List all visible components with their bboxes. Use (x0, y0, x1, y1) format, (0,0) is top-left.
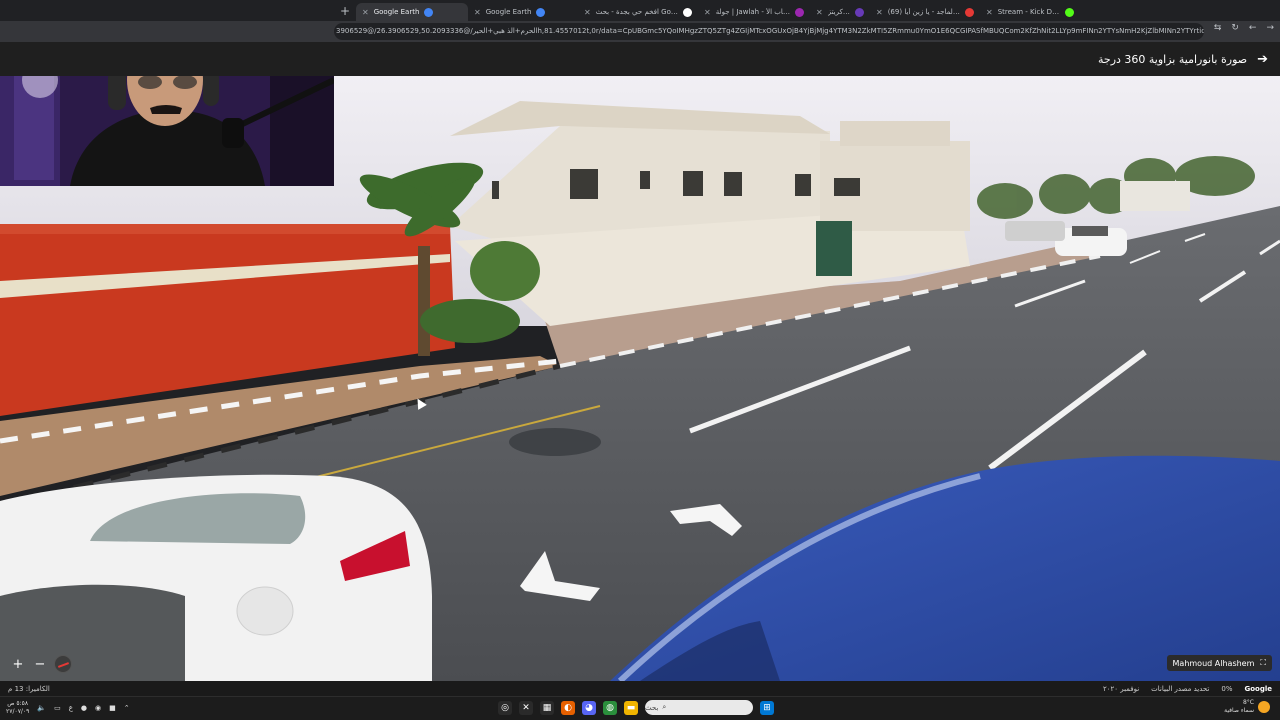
chevron-up-icon[interactable]: ⌃ (124, 704, 130, 712)
reload-icon[interactable]: ↻ (1231, 23, 1239, 33)
obs-icon[interactable]: ◎ (498, 700, 512, 715)
tab-label: افخم حي بجدة - بحث Google (595, 8, 678, 16)
close-tab-icon[interactable]: ✕ (816, 8, 823, 17)
tab-favicon-icon (424, 7, 434, 17)
forward-icon[interactable]: → (1266, 23, 1274, 33)
arrow-right-icon[interactable]: ➔ (1257, 52, 1268, 67)
streetview-title: صورة بانورامية بزاوية 360 درجة (1098, 52, 1248, 66)
tab-label: Google Earth (373, 8, 420, 16)
search-placeholder: بحث (645, 703, 659, 712)
mic-icon[interactable]: ● (81, 704, 87, 712)
screen: + ✕ Google Earth ✕ Google Earth ✕ افخم حي بجد… (0, 0, 1280, 720)
camera-altitude: الكاميرا: 13 م (8, 684, 50, 693)
browser-tab[interactable]: ✕ جولة | Jawlah - منصة الألعاب الأ... (698, 3, 810, 21)
weather-widget[interactable]: 8°C سماء صافية (1224, 699, 1270, 715)
browser-tab[interactable]: ✕ Stream - Kick Dashboard (980, 3, 1080, 21)
chrome-icon[interactable]: ◍ (603, 700, 617, 715)
firefox-icon[interactable]: ◐ (561, 700, 575, 715)
attribution-name: Mahmoud Alhashem (1172, 658, 1255, 668)
tab-label: Stream - Kick Dashboard (997, 8, 1060, 16)
nav-buttons: ⇆ ↻ ← → (1214, 23, 1274, 33)
start-icon[interactable]: ⊞ (760, 700, 774, 715)
clock[interactable]: ٥:٥٨ ص ٢٧/٠٧/٠٩ (6, 700, 29, 716)
close-tab-icon[interactable]: ✕ (704, 8, 711, 17)
load-progress: 0% (1221, 684, 1233, 693)
system-tray: ٥:٥٨ ص ٢٧/٠٧/٠٩ 🔈 ▭ ع ● ◉ ■ ⌃ (6, 700, 130, 716)
close-tab-icon[interactable]: ✕ (876, 8, 883, 17)
close-tab-icon[interactable]: ✕ (986, 8, 993, 17)
browser-tab[interactable]: ✕ Google Earth (356, 3, 468, 21)
streetview-header: صورة بانورامية بزاوية 360 درجة ➔ (0, 42, 1280, 76)
back-icon[interactable]: ← (1249, 23, 1257, 33)
url-field[interactable]: 3906529@/الحرم+الذ هبي+الحير/@26.3906529… (334, 23, 1204, 40)
tab-favicon-icon (1065, 7, 1074, 17)
close-tab-icon[interactable]: ✕ (362, 8, 369, 17)
taskbar-search[interactable]: ⌕ بحث (645, 700, 753, 715)
tab-favicon-icon (536, 7, 546, 17)
capcut-icon[interactable]: ✕ (519, 700, 533, 715)
tray-app-icon[interactable]: ◉ (95, 704, 101, 712)
search-icon: ⌕ (662, 703, 667, 711)
clock-time: ٥:٥٨ ص (7, 700, 29, 707)
streamer-image (0, 76, 334, 186)
photo-attribution[interactable]: Mahmoud Alhashem ⛶ (1166, 655, 1272, 671)
tab-favicon-icon (855, 7, 864, 17)
address-bar-row: 3906529@/الحرم+الذ هبي+الحير/@26.3906529… (0, 21, 1280, 42)
tab-label: (69) راشد الماجد - يا زين أيا... (887, 8, 960, 16)
language-indicator[interactable]: ع (69, 704, 73, 712)
tab-favicon-icon (683, 7, 692, 17)
tab-favicon-icon (795, 7, 804, 17)
taskbar-apps: ◎ ✕ ▦ ◐ ◕ ◍ ▬ ⌕ بحث ⊞ (498, 700, 774, 715)
tab-strip: + ✕ Google Earth ✕ Google Earth ✕ افخم حي بجد… (0, 0, 1280, 21)
earth-status-bar: الكاميرا: 13 م نوفمبر ٢٠٢٠ تحديد مصدر ال… (0, 681, 1280, 696)
browser-tab[interactable]: ✕ افخم حي بجدة - بحث Google (578, 3, 698, 21)
discord-icon[interactable]: ◕ (582, 700, 596, 715)
network-icon[interactable]: ▭ (54, 704, 61, 712)
street-view-panorama[interactable] (0, 76, 1280, 681)
tabs-container: + ✕ Google Earth ✕ Google Earth ✕ افخم حي بجد… (334, 0, 1280, 21)
file-explorer-icon[interactable]: ▬ (624, 700, 638, 715)
pegman-icon: ⛶ (1260, 658, 1266, 667)
zoom-controls: + − (10, 655, 72, 673)
tray-record-icon[interactable]: ■ (109, 704, 116, 712)
google-logo: Google (1244, 684, 1272, 693)
taskbar: ٥:٥٨ ص ٢٧/٠٧/٠٩ 🔈 ▭ ع ● ◉ ■ ⌃ ◎ ✕ ▦ ◐ ◕ … (0, 696, 1280, 720)
tab-label: جولة | Jawlah - منصة الألعاب الأ... (715, 8, 790, 16)
close-tab-icon[interactable]: ✕ (584, 8, 591, 17)
task-view-icon[interactable]: ▦ (540, 700, 554, 715)
clock-date: ٢٧/٠٧/٠٩ (6, 708, 30, 715)
imagery-date: نوفمبر ٢٠٢٠ (1102, 684, 1140, 693)
browser-tab[interactable]: ✕ Google Earth (468, 3, 578, 21)
new-tab-button[interactable]: + (334, 0, 356, 21)
tab-label: Google Earth (485, 8, 532, 16)
browser-tab[interactable]: ✕ المحفظة | كريتز (810, 3, 870, 21)
weather-desc: سماء صافية (1224, 707, 1254, 714)
volume-icon[interactable]: 🔈 (37, 704, 46, 712)
close-tab-icon[interactable]: ✕ (474, 8, 481, 17)
weather-temp: 8°C (1242, 699, 1254, 706)
zoom-out-button[interactable]: − (32, 657, 48, 672)
webcam-overlay (0, 76, 334, 186)
compass-icon[interactable] (54, 655, 72, 673)
tab-favicon-icon (965, 7, 974, 17)
extensions-icon[interactable]: ⇆ (1214, 23, 1222, 33)
data-attribution-link[interactable]: تحديد مصدر البيانات (1151, 685, 1209, 693)
sun-icon (1258, 701, 1270, 713)
browser-tab[interactable]: ✕ (69) راشد الماجد - يا زين أيا... (870, 3, 980, 21)
zoom-in-button[interactable]: + (10, 657, 26, 672)
tab-label: المحفظة | كريتز (827, 8, 850, 16)
